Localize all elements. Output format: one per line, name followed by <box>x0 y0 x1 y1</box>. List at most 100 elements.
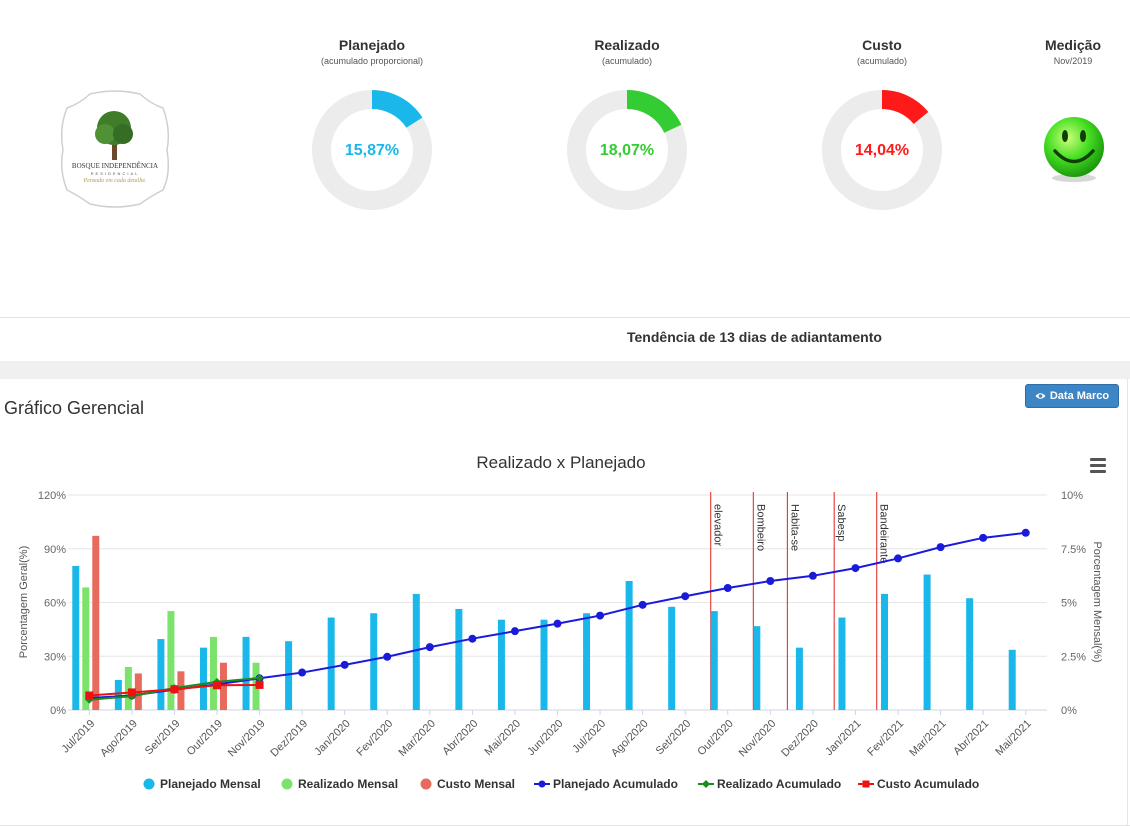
legend-item: Realizado Mensal <box>298 777 398 791</box>
panel-title: Gráfico Gerencial <box>4 398 145 418</box>
legend-item: Planejado Mensal <box>160 777 261 791</box>
x-tick-label: Jan/2020 <box>312 718 352 758</box>
x-tick-label: Out/2020 <box>695 718 735 758</box>
x-tick-label: Abr/2020 <box>440 718 480 758</box>
data-marco-button[interactable]: Data Marco <box>1025 384 1119 408</box>
x-tick-label: Set/2020 <box>654 718 694 758</box>
x-tick-label: Fev/2021 <box>865 718 906 759</box>
legend-symbol <box>143 778 155 790</box>
point-marker <box>681 592 690 601</box>
point-marker <box>212 681 221 690</box>
bar-realizado-mensal <box>167 611 175 710</box>
legend-marker <box>862 780 870 788</box>
point-marker <box>425 643 434 652</box>
eye-icon <box>1035 393 1046 399</box>
bar-planejado-mensal <box>72 565 80 710</box>
x-tick-label: Dez/2019 <box>268 718 310 760</box>
legend-symbol <box>281 778 293 790</box>
x-tick-label: Mai/2021 <box>993 718 1033 758</box>
point-marker <box>723 583 732 592</box>
bar-planejado-mensal <box>923 574 931 710</box>
section-separator <box>0 361 1130 379</box>
bar-custo-mensal <box>177 671 185 710</box>
smiley-face-icon <box>1044 117 1104 182</box>
x-tick-label: Out/2019 <box>185 718 225 758</box>
gauge-fill <box>627 90 682 133</box>
y-tick-left: 90% <box>44 544 66 556</box>
legend-item: Custo Acumulado <box>877 777 979 791</box>
x-tick-label: Jan/2021 <box>823 718 863 758</box>
point-marker <box>851 564 860 573</box>
bar-planejado-mensal <box>1008 649 1016 710</box>
point-marker <box>596 611 605 620</box>
bar-planejado-mensal <box>370 613 378 710</box>
y-tick-right: 10% <box>1061 490 1083 502</box>
legend-marker <box>702 780 710 788</box>
point-marker <box>127 688 136 697</box>
x-tick-label: Nov/2019 <box>226 718 268 760</box>
y-tick-left: 120% <box>38 490 66 502</box>
point-marker <box>979 533 988 542</box>
x-tick-label: Mar/2020 <box>397 718 438 759</box>
kpi-custo-value: 14,04% <box>854 142 910 159</box>
point-marker <box>383 652 392 661</box>
bar-planejado-mensal <box>114 679 122 710</box>
y-tick-left: 30% <box>44 651 66 663</box>
y-tick-right: 5% <box>1061 598 1077 610</box>
gauge-fill <box>372 90 423 128</box>
y-tick-right: 2.5% <box>1061 651 1086 663</box>
bar-realizado-mensal <box>209 636 217 710</box>
data-marco-label: Data Marco <box>1049 390 1110 402</box>
point-marker <box>894 554 903 563</box>
kpi-realizado-value: 18,07% <box>599 142 655 159</box>
point-marker <box>255 680 264 689</box>
bar-planejado-mensal <box>412 593 420 710</box>
point-marker <box>638 600 647 609</box>
x-tick-label: Dez/2020 <box>779 718 821 760</box>
milestone-label: Bandeirante <box>878 504 890 563</box>
x-tick-label: Jun/2020 <box>525 718 565 758</box>
legend-item: Realizado Acumulado <box>717 777 841 791</box>
point-marker <box>85 691 94 700</box>
bar-custo-mensal <box>219 662 227 710</box>
point-marker <box>510 627 519 636</box>
chart-title: Realizado x Planejado <box>476 453 645 472</box>
legend-marker <box>538 780 546 788</box>
bar-planejado-mensal <box>540 619 548 710</box>
x-tick-label: Ago/2019 <box>98 718 140 760</box>
x-tick-label: Jul/2019 <box>60 718 98 756</box>
x-tick-label: Abr/2021 <box>951 718 991 758</box>
bar-planejado-mensal <box>795 647 803 710</box>
x-tick-label: Mai/2020 <box>483 718 523 758</box>
kpi-gauges <box>312 90 942 210</box>
legend-item: Custo Mensal <box>437 777 515 791</box>
x-tick-label: Fev/2020 <box>354 718 395 759</box>
bar-planejado-mensal <box>753 626 761 710</box>
legend-item: Planejado Acumulado <box>553 777 678 791</box>
medicao-subtitle: Nov/2019 <box>1053 56 1093 66</box>
x-tick-label: Jul/2020 <box>570 718 608 756</box>
x-tick-label: Nov/2020 <box>737 718 779 760</box>
bar-planejado-mensal <box>966 598 974 710</box>
bar-planejado-mensal <box>583 613 591 710</box>
bar-planejado-mensal <box>625 581 633 710</box>
y-tick-right: 0% <box>1061 705 1077 717</box>
milestone-label: elevador <box>712 504 724 547</box>
medicao-title: Medição <box>1044 37 1101 53</box>
y-tick-right: 7.5% <box>1061 544 1086 556</box>
y-axis-left-label: Porcentagem Geral(%) <box>18 546 30 659</box>
milestone-label: Bombeiro <box>754 504 766 551</box>
x-tick-label: Ago/2020 <box>609 718 651 760</box>
bar-planejado-mensal <box>199 647 207 710</box>
trend-text: Tendência de 13 dias de adiantamento <box>627 329 882 345</box>
kpi-planejado-value: 15,87% <box>344 142 400 159</box>
point-marker <box>170 685 179 694</box>
bar-planejado-mensal <box>455 608 463 710</box>
bar-planejado-mensal <box>838 617 846 710</box>
realizado-planejado-chart: Realizado x Planejado Porcentagem Geral(… <box>18 453 1103 791</box>
x-tick-label: Mar/2021 <box>907 718 948 759</box>
point-marker <box>766 577 775 585</box>
point-marker <box>1021 528 1030 537</box>
point-marker <box>340 660 349 669</box>
panel-border-bottom <box>0 825 1130 826</box>
